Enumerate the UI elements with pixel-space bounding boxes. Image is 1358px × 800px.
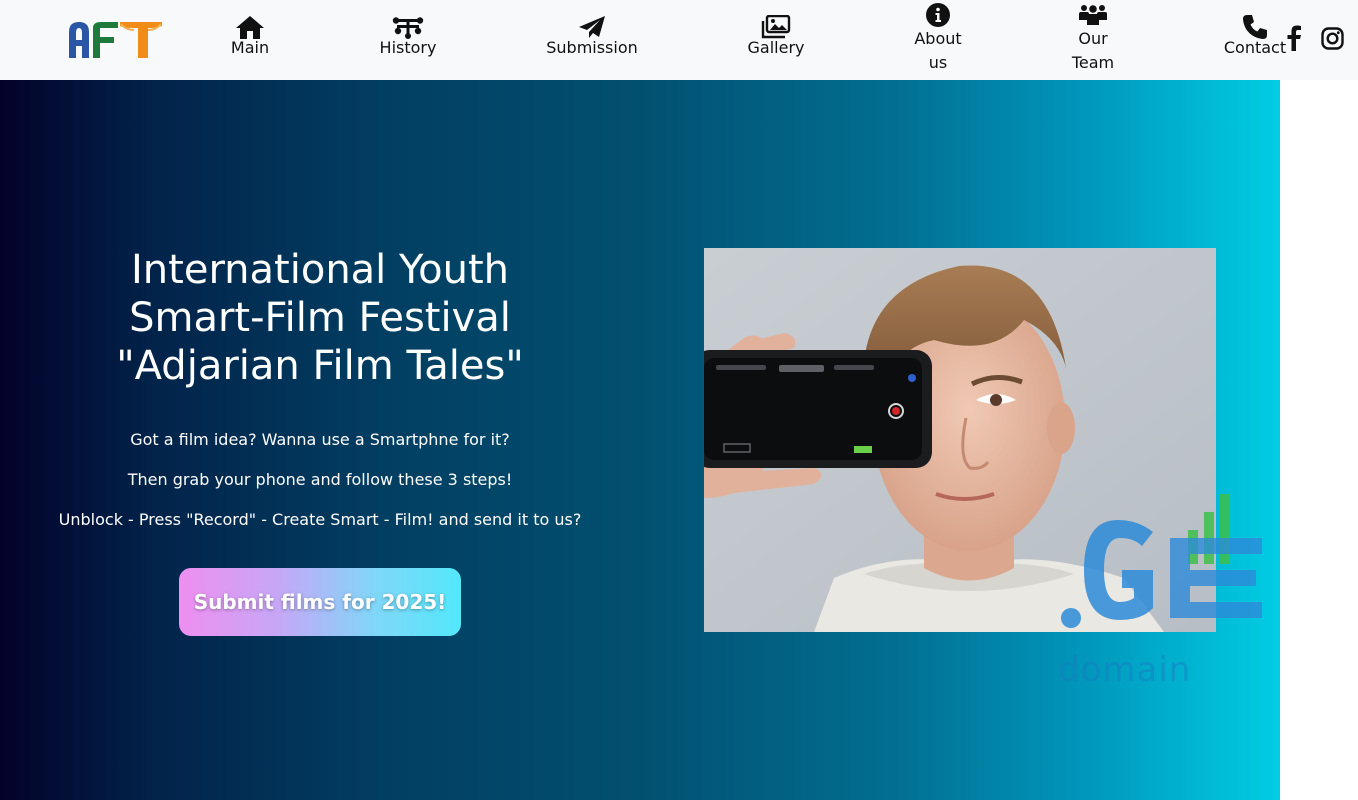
people-icon (1077, 3, 1109, 27)
watermark-subtext: domain (1058, 650, 1192, 690)
aft-logo-image (69, 22, 162, 58)
nav-team[interactable]: Our Team (1060, 0, 1126, 80)
nav-label-team: Our Team (1071, 29, 1115, 72)
hero-section: International Youth Smart-Film Festival … (0, 80, 1280, 800)
instagram-icon (1320, 26, 1344, 50)
submit-films-button[interactable]: Submit films for 2025! (179, 568, 461, 636)
boy-with-smartphone-image (704, 248, 1216, 632)
site-logo[interactable] (66, 18, 164, 60)
hero-line-3: Unblock - Press "Record" - Create Smart … (58, 510, 582, 529)
nav-gallery[interactable]: Gallery (742, 0, 810, 80)
top-navbar: Main History Submission Gallery About us… (0, 0, 1358, 80)
info-icon (926, 3, 950, 27)
hero-content: International Youth Smart-Film Festival … (40, 246, 600, 532)
nav-history[interactable]: History (370, 0, 446, 80)
nav-label-contact: Contact (1223, 38, 1287, 57)
hero-photo (704, 248, 1216, 632)
nav-label-submission: Submission (546, 38, 638, 57)
nav-label-about: About us (914, 29, 962, 72)
hero-line-2: Then grab your phone and follow these 3 … (127, 470, 513, 489)
nav-label-history: History (379, 38, 437, 57)
nav-contact[interactable]: Contact (1222, 0, 1288, 80)
facebook-icon (1287, 25, 1301, 51)
nav-label-gallery: Gallery (747, 38, 805, 57)
hero-title: International Youth Smart-Film Festival … (116, 247, 524, 389)
nav-main[interactable]: Main (216, 0, 284, 80)
instagram-link[interactable] (1320, 25, 1344, 51)
nav-label-main: Main (230, 38, 270, 57)
facebook-link[interactable] (1284, 25, 1304, 51)
nav-submission[interactable]: Submission (540, 0, 644, 80)
hero-line-1: Got a film idea? Wanna use a Smartphne f… (130, 430, 510, 449)
nav-about[interactable]: About us (906, 0, 970, 80)
